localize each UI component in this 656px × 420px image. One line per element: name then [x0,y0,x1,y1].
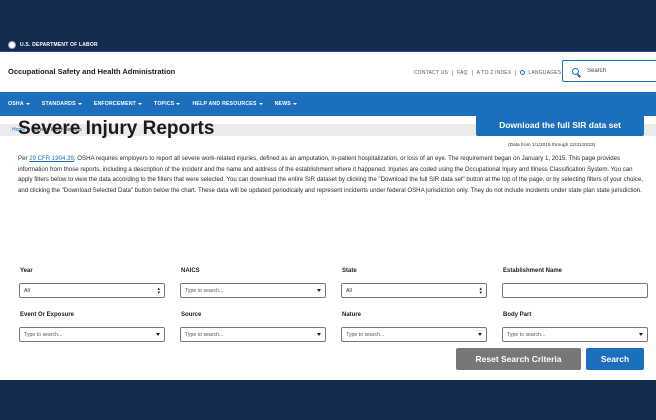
chevron-down-icon [258,103,263,105]
languages-link[interactable]: LANGUAGES [516,70,565,76]
chevron-down-icon [317,333,321,336]
dol-top-bar: U.S. DEPARTMENT OF LABOR [0,38,656,52]
chevron-down-icon [176,103,181,105]
agency-header: Occupational Safety and Health Administr… [0,52,656,92]
agency-name[interactable]: Occupational Safety and Health Administr… [8,67,175,76]
nav-label: STANDARDS [41,101,76,107]
seal-icon [8,40,16,49]
globe-icon [520,70,526,76]
up-down-arrows-icon: ▴ ▾ [479,286,482,296]
search-input[interactable] [587,68,647,74]
establishment-name-label: Establishment Name [503,268,563,274]
event-or-exposure-select[interactable]: Type to search... [19,327,165,342]
nature-label: Nature [342,312,362,318]
nav-label: TOPICS [154,101,175,107]
naics-label: NAICS [181,268,200,274]
chevron-down-icon [25,103,30,105]
cfr-link[interactable]: 29 CFR 1904.39 [29,155,74,162]
year-select[interactable]: All ▴ ▾ [19,283,165,298]
site-search[interactable] [562,60,656,82]
nature-select[interactable]: Type to search... [341,327,487,342]
contact-us-link[interactable]: CONTACT US [410,70,452,76]
up-down-arrows-icon: ▴ ▾ [157,286,160,296]
nav-item-news[interactable]: NEWS [275,101,297,107]
state-select[interactable]: All ▴ ▾ [341,283,487,298]
chevron-down-icon [156,333,160,336]
nav-item-help-and-resources[interactable]: HELP AND RESOURCES [192,101,263,107]
body-part-label: Body Part [503,312,532,318]
chevron-down-icon [292,103,297,105]
nav-item-topics[interactable]: TOPICS [154,101,181,107]
event-or-exposure-label: Event Or Exposure [20,312,75,318]
chevron-down-icon [317,289,321,292]
main-nav: OSHA STANDARDS ENFORCEMENT TOPICS HELP A… [0,92,656,116]
event-placeholder: Type to search... [24,331,63,338]
date-range-note: (Data from 1/1/2015 through 12/31/2023) [508,143,596,148]
a-to-z-index-link[interactable]: A TO Z INDEX [473,70,516,76]
source-label: Source [181,312,202,318]
languages-label: LANGUAGES [528,70,562,76]
body-part-placeholder: Type to search... [507,331,546,338]
nature-placeholder: Type to search... [346,331,385,338]
intro-text: , OSHA requires employers to report all … [18,155,643,194]
department-name: U.S. DEPARTMENT OF LABOR [20,41,98,48]
nav-item-enforcement[interactable]: ENFORCEMENT [93,101,143,107]
nav-label: NEWS [274,101,291,107]
nav-label: OSHA [8,101,24,107]
search-icon[interactable] [572,67,579,75]
naics-placeholder: Type to search... [185,287,224,294]
intro-paragraph: Per 29 CFR 1904.39, OSHA requires employ… [18,154,646,196]
nav-label: HELP AND RESOURCES [192,101,257,107]
chevron-down-icon [478,333,482,336]
search-button[interactable]: Search [586,348,644,370]
source-placeholder: Type to search... [185,331,224,338]
chevron-down-icon [639,333,643,336]
reset-search-criteria-button[interactable]: Reset Search Criteria [456,348,581,370]
state-value: All [346,287,352,294]
nav-item-standards[interactable]: STANDARDS [42,101,82,107]
state-label: State [342,268,357,274]
nav-label: ENFORCEMENT [93,101,137,107]
chevron-down-icon [77,103,82,105]
naics-select[interactable]: Type to search... [180,283,326,298]
page-title: Severe Injury Reports [18,118,215,139]
intro-prefix: Per [18,155,30,162]
source-select[interactable]: Type to search... [180,327,326,342]
year-label: Year [20,268,33,274]
body-part-select[interactable]: Type to search... [502,327,648,342]
faq-link[interactable]: FAQ [453,70,472,76]
year-value: All [24,287,30,294]
nav-item-osha[interactable]: OSHA [8,101,30,107]
establishment-name-input[interactable] [502,283,648,298]
download-full-dataset-button[interactable]: Download the full SIR data set [476,114,644,136]
chevron-down-icon [138,103,143,105]
utility-links: CONTACT US FAQ A TO Z INDEX LANGUAGES [410,70,565,76]
